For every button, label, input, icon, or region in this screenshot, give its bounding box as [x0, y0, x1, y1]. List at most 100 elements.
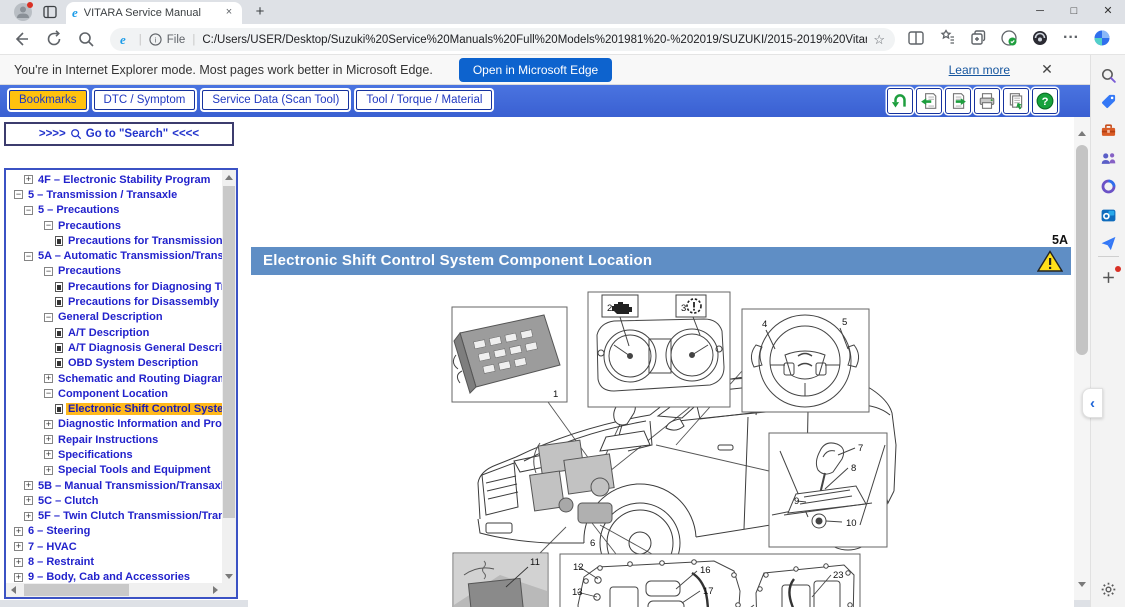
learn-more-link[interactable]: Learn more [949, 63, 1010, 77]
document-icon[interactable] [55, 297, 63, 307]
people-icon[interactable] [1100, 150, 1117, 167]
page-previous-icon[interactable] [916, 88, 942, 114]
collapse-icon[interactable]: − [44, 221, 53, 230]
collapse-icon[interactable]: − [24, 206, 33, 215]
tree-item[interactable]: −5 – Precautions [6, 203, 222, 218]
tree-item[interactable]: +4F – Electronic Stability Program [6, 172, 222, 187]
expand-icon[interactable]: + [44, 420, 53, 429]
tree-item[interactable]: A/T Diagnosis General Descriptio [6, 340, 222, 355]
document-icon[interactable] [55, 343, 63, 353]
search-icon[interactable] [1100, 67, 1117, 84]
tree-item[interactable]: +6 – Steering [6, 524, 222, 539]
close-button[interactable]: ✕ [1091, 0, 1125, 24]
collapse-icon[interactable]: − [44, 267, 53, 276]
tree-item[interactable]: +7 – HVAC [6, 539, 222, 554]
tree-item[interactable]: Precautions for Transmission / T [6, 233, 222, 248]
expand-icon[interactable]: + [24, 481, 33, 490]
tree-item[interactable]: +Repair Instructions [6, 432, 222, 447]
expand-icon[interactable]: + [14, 527, 23, 536]
collapse-icon[interactable]: − [14, 190, 23, 199]
split-screen-icon[interactable] [907, 29, 925, 47]
toolbar-button-dtc-symptom[interactable]: DTC / Symptom [94, 90, 196, 110]
tree-item[interactable]: −Precautions [6, 264, 222, 279]
more-options-icon[interactable]: ··· [1062, 29, 1080, 47]
collapse-icon[interactable]: − [44, 389, 53, 398]
tree-item[interactable]: Precautions for Disassembly and [6, 294, 222, 309]
document-icon[interactable] [55, 282, 63, 292]
document-icon[interactable] [55, 358, 63, 368]
outlook-icon[interactable] [1100, 207, 1117, 224]
tab-close-icon[interactable]: × [222, 6, 236, 20]
search-icon[interactable] [76, 29, 96, 49]
expand-icon[interactable]: + [24, 175, 33, 184]
scroll-up-arrow[interactable] [222, 170, 236, 184]
tree-item[interactable]: −5A – Automatic Transmission/Transaxl [6, 248, 222, 263]
expand-icon[interactable]: + [14, 573, 23, 582]
tree-item[interactable]: +5C – Clutch [6, 493, 222, 508]
expand-icon[interactable]: + [44, 450, 53, 459]
extension-check-icon[interactable] [1000, 29, 1018, 47]
refresh-icon[interactable] [44, 29, 64, 49]
content-scroll-up-arrow[interactable] [1074, 125, 1090, 141]
toolbar-button-bookmarks[interactable]: Bookmarks [9, 90, 87, 110]
tree-item[interactable]: −Component Location [6, 386, 222, 401]
scroll-left-arrow[interactable] [6, 583, 20, 597]
tree-item[interactable]: +Special Tools and Equipment [6, 463, 222, 478]
new-tab-button[interactable]: + [250, 3, 270, 23]
return-icon[interactable] [887, 88, 913, 114]
collections-icon[interactable] [969, 29, 987, 47]
scroll-right-arrow[interactable] [208, 583, 222, 597]
tree-item[interactable]: +8 – Restraint [6, 554, 222, 569]
expand-icon[interactable]: + [14, 542, 23, 551]
print-icon[interactable] [974, 88, 1000, 114]
maximize-button[interactable]: □ [1057, 0, 1091, 24]
copilot-icon[interactable] [1093, 29, 1111, 47]
page-next-icon[interactable] [945, 88, 971, 114]
back-icon[interactable] [12, 29, 32, 49]
content-scroll-down-arrow[interactable] [1074, 576, 1090, 592]
profile-avatar[interactable] [14, 3, 32, 21]
settings-icon[interactable] [1100, 581, 1117, 598]
tree-item[interactable]: +Schematic and Routing Diagram [6, 371, 222, 386]
expand-icon[interactable]: + [44, 435, 53, 444]
expand-icon[interactable]: + [44, 374, 53, 383]
scroll-down-arrow[interactable] [222, 569, 236, 583]
document-icon[interactable] [55, 236, 63, 246]
collapse-icon[interactable]: − [24, 252, 33, 261]
url-text[interactable]: C:/Users/USER/Desktop/Suzuki%20Service%2… [202, 34, 867, 46]
tree-item[interactable]: +5F – Twin Clutch Transmission/Transa [6, 509, 222, 524]
tree-item-selected[interactable]: Electronic Shift Control System C [6, 401, 222, 416]
tree-vscroll-thumb[interactable] [223, 186, 235, 518]
tree-item[interactable]: −Precautions [6, 218, 222, 233]
favorite-star-icon[interactable]: ☆ [873, 32, 885, 48]
document-icon[interactable] [55, 404, 63, 414]
expand-icon[interactable]: + [44, 466, 53, 475]
sidebar-collapse-button[interactable]: ‹ [1082, 388, 1103, 418]
print-section-icon[interactable] [1003, 88, 1029, 114]
go-to-search-button[interactable]: >>>> Go to "Search" <<<< [4, 122, 234, 146]
minimize-button[interactable]: ─ [1023, 0, 1057, 24]
tree-item[interactable]: −5 – Transmission / Transaxle [6, 187, 222, 202]
tree-item[interactable]: OBD System Description [6, 356, 222, 371]
banner-close-icon[interactable]: ✕ [1038, 61, 1056, 78]
microsoft-365-icon[interactable] [1100, 178, 1117, 195]
tree-item[interactable]: +Diagnostic Information and Proced [6, 417, 222, 432]
add-icon[interactable] [1100, 269, 1117, 286]
tree-item[interactable]: +Specifications [6, 447, 222, 462]
open-in-edge-button[interactable]: Open in Microsoft Edge [459, 58, 612, 82]
shopping-icon[interactable] [1100, 93, 1117, 110]
browser-tab[interactable]: e VITARA Service Manual × [66, 2, 242, 24]
expand-icon[interactable]: + [24, 496, 33, 505]
tree-item[interactable]: Precautions for Diagnosing Troub [6, 279, 222, 294]
help-icon[interactable]: ? [1032, 88, 1058, 114]
tree-horizontal-scrollbar[interactable] [6, 583, 222, 597]
info-icon[interactable]: i [149, 33, 162, 46]
tree-item[interactable]: A/T Description [6, 325, 222, 340]
toolbar-button-service-data-scan-tool[interactable]: Service Data (Scan Tool) [202, 90, 349, 110]
favorites-icon[interactable] [938, 29, 956, 47]
content-scroll-thumb[interactable] [1076, 145, 1088, 355]
tree-hscroll-thumb[interactable] [24, 584, 129, 596]
tree-item[interactable]: +5B – Manual Transmission/Transaxle [6, 478, 222, 493]
toolbar-button-tool-torque-material[interactable]: Tool / Torque / Material [356, 90, 492, 110]
tree-item[interactable]: −General Description [6, 310, 222, 325]
